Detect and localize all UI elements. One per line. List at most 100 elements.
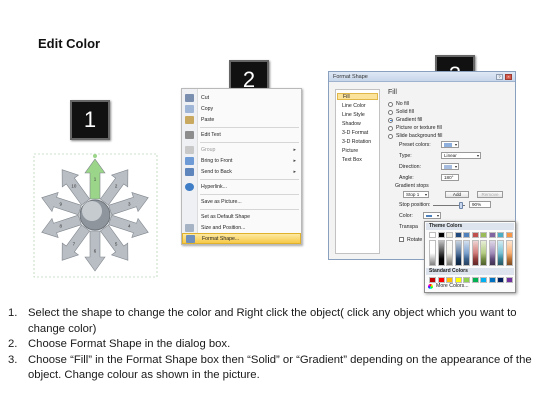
theme-shade-column[interactable] <box>454 240 462 266</box>
menu-item-label: Save as Picture... <box>201 198 242 205</box>
menu-item-label: Bring to Front <box>201 157 233 164</box>
menu-separator <box>200 194 299 195</box>
radio-no-fill[interactable]: No fill <box>388 101 409 107</box>
nav-item-3d-rotation[interactable]: 3-D Rotation <box>342 139 371 145</box>
radio-circle <box>388 109 393 115</box>
radio-gradient-fill[interactable]: Gradient fill <box>388 117 422 123</box>
theme-colors-header: Theme Colors <box>426 223 514 230</box>
standard-color-swatch[interactable] <box>488 277 496 283</box>
radial-arrow-diagram[interactable]: 12345678910 <box>33 153 158 278</box>
menu-item-copy[interactable]: Copy <box>182 103 301 114</box>
menu-item-format-shape[interactable]: Format Shape... <box>182 233 301 244</box>
menu-item-group[interactable]: Group ▸ <box>182 144 301 155</box>
close-button[interactable]: × <box>505 74 512 80</box>
nav-item-text-box[interactable]: Text Box <box>342 157 362 163</box>
instructions-list: 1. Select the shape to change the color … <box>8 306 552 384</box>
theme-color-swatch[interactable] <box>429 232 436 238</box>
theme-shade-column[interactable] <box>480 240 487 266</box>
theme-color-swatch[interactable] <box>471 232 479 238</box>
instruction-item: 2. Choose Format Shape in the dialog box… <box>8 337 552 353</box>
menu-item-label: Format Shape... <box>202 235 240 242</box>
radio-circle <box>388 133 393 139</box>
menu-item-size-and-position[interactable]: Size and Position... <box>182 222 301 233</box>
add-stop-button[interactable]: Add <box>445 191 469 198</box>
theme-color-swatch[interactable] <box>497 232 504 238</box>
angle-label: Angle: <box>399 175 414 181</box>
help-button[interactable]: ? <box>496 74 503 80</box>
theme-shade-column[interactable] <box>505 240 513 266</box>
theme-color-swatch[interactable] <box>488 232 496 238</box>
theme-shade-column[interactable] <box>497 240 504 266</box>
menu-separator <box>200 142 299 143</box>
menu-item-edit-text[interactable]: Edit Text <box>182 129 301 140</box>
instruction-number: 1. <box>8 307 18 319</box>
menu-item-save-as-picture[interactable]: Save as Picture... <box>182 196 301 207</box>
theme-color-swatch[interactable] <box>463 232 470 238</box>
menu-item-label: Size and Position... <box>201 224 246 231</box>
menu-item-label: Paste <box>201 116 215 123</box>
edit-text-icon <box>185 130 194 139</box>
radio-slide-background-fill[interactable]: Slide background fill <box>388 133 442 139</box>
standard-color-swatch[interactable] <box>471 277 479 283</box>
stop-position-slider[interactable] <box>433 202 465 209</box>
angle-field[interactable]: 180° <box>441 174 459 181</box>
theme-color-swatch[interactable] <box>505 232 513 238</box>
direction-dropdown[interactable]: ▾ <box>441 163 459 170</box>
stop-position-field[interactable]: 90% <box>469 201 491 208</box>
instruction-item: 1. Select the shape to change the color … <box>8 306 552 337</box>
standard-color-swatch[interactable] <box>497 277 504 283</box>
rotate-label: Rotate <box>407 237 423 243</box>
menu-item-cut[interactable]: Cut <box>182 92 301 103</box>
more-colors-item[interactable]: More Colors... <box>428 283 469 289</box>
type-value: Linear <box>444 153 457 158</box>
chevron-down-icon: ▾ <box>454 164 457 169</box>
paint-bucket-icon <box>426 213 432 217</box>
scissors-icon <box>185 93 194 102</box>
theme-color-swatch[interactable] <box>454 232 462 238</box>
format-shape-icon <box>186 234 195 243</box>
theme-shade-column[interactable] <box>471 240 479 266</box>
stop-dropdown[interactable]: Stop 1 ▾ <box>403 191 429 198</box>
remove-stop-button[interactable]: Remove <box>477 191 503 198</box>
theme-color-swatch[interactable] <box>437 232 445 238</box>
paste-icon <box>185 115 194 124</box>
menu-item-set-default-shape[interactable]: Set as Default Shape <box>182 211 301 222</box>
preset-swatch <box>444 142 452 147</box>
menu-item-bring-to-front[interactable]: Bring to Front ▸ <box>182 155 301 166</box>
type-dropdown[interactable]: Linear ▾ <box>441 152 481 159</box>
nav-item-shadow[interactable]: Shadow <box>342 121 361 127</box>
stop-position-label: Stop position: <box>399 202 431 208</box>
nav-item-3d-format[interactable]: 3-D Format <box>342 130 368 136</box>
fill-heading: Fill <box>388 89 397 96</box>
radio-picture-fill[interactable]: Picture or texture fill <box>388 125 442 131</box>
rotate-handle[interactable] <box>93 154 97 158</box>
menu-item-send-to-back[interactable]: Send to Back ▸ <box>182 166 301 177</box>
theme-color-swatch[interactable] <box>446 232 453 238</box>
theme-shade-column[interactable] <box>437 240 445 266</box>
color-dropdown[interactable]: ▾ <box>423 212 441 219</box>
theme-shade-column[interactable] <box>429 240 436 266</box>
radio-solid-fill[interactable]: Solid fill <box>388 109 414 115</box>
chevron-down-icon: ▾ <box>476 153 479 158</box>
instruction-item: 3. Choose “Fill” in the Format Shape box… <box>8 353 552 384</box>
standard-colors-header: Standard Colors <box>426 268 514 275</box>
standard-color-swatch[interactable] <box>480 277 487 283</box>
theme-shade-column[interactable] <box>463 240 470 266</box>
instruction-number: 3. <box>8 353 18 366</box>
nav-item-fill[interactable]: Fill <box>337 93 378 100</box>
slider-thumb[interactable] <box>459 202 463 209</box>
direction-swatch <box>444 164 452 169</box>
theme-shade-column[interactable] <box>446 240 453 266</box>
theme-shade-column[interactable] <box>488 240 496 266</box>
menu-item-paste[interactable]: Paste <box>182 114 301 125</box>
standard-color-swatch[interactable] <box>505 277 513 283</box>
nav-item-picture[interactable]: Picture <box>342 148 358 154</box>
nav-item-line-color[interactable]: Line Color <box>342 103 366 109</box>
nav-item-line-style[interactable]: Line Style <box>342 112 365 118</box>
hub-highlight <box>82 201 102 221</box>
menu-item-hyperlink[interactable]: Hyperlink... <box>182 181 301 192</box>
theme-color-swatch[interactable] <box>480 232 487 238</box>
window-controls: ? × <box>496 74 512 80</box>
rotate-checkbox[interactable] <box>399 237 404 242</box>
preset-colors-dropdown[interactable]: ▾ <box>441 141 459 148</box>
